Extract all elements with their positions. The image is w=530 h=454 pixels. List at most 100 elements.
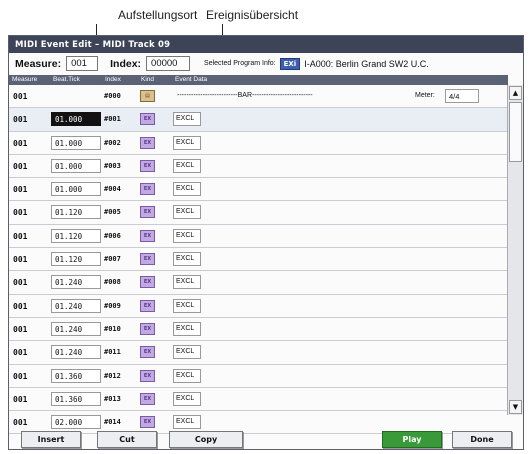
measure-cell: 001 <box>13 394 28 404</box>
table-row[interactable]: 001 01.240 #008 EX EXCL <box>9 271 508 295</box>
measure-cell: 001 <box>13 92 28 101</box>
beat-tick-field[interactable]: 01.360 <box>51 368 101 383</box>
event-data-field[interactable]: EXCL <box>173 298 201 313</box>
table-row[interactable]: 001 01.120 #005 EX EXCL <box>9 201 508 225</box>
exclusive-kind-icon: EX <box>140 369 155 382</box>
event-data-field[interactable]: EXCL <box>173 112 201 127</box>
table-row[interactable]: 001 01.240 #011 EX EXCL <box>9 341 508 365</box>
event-data-field[interactable]: EXCL <box>173 252 201 267</box>
index-cell: #001 <box>104 115 121 124</box>
table-row[interactable]: 001 01.360 #012 EX EXCL <box>9 364 508 388</box>
exclusive-kind-icon: EX <box>140 206 155 219</box>
beat-tick-field[interactable]: 01.000 <box>51 158 101 173</box>
beat-tick-field[interactable]: 01.120 <box>51 228 101 243</box>
play-button[interactable]: Play <box>382 431 442 448</box>
done-button[interactable]: Done <box>452 431 512 448</box>
bar-marker: --------------------------BAR-----------… <box>177 92 313 99</box>
exclusive-kind-icon: EX <box>140 183 155 196</box>
index-cell: #008 <box>104 278 121 287</box>
exclusive-kind-icon: EX <box>140 416 155 429</box>
dialog-title: MIDI Event Edit – MIDI Track 09 <box>9 36 523 53</box>
event-data-field[interactable]: EXCL <box>173 228 201 243</box>
scroll-thumb[interactable] <box>509 102 522 162</box>
index-field[interactable]: 00000 <box>146 56 191 71</box>
exclusive-kind-icon: EX <box>140 299 155 312</box>
table-row[interactable]: 001 01.240 #010 EX EXCL <box>9 317 508 342</box>
measure-cell: 001 <box>13 324 28 334</box>
exclusive-kind-icon: EX <box>140 229 155 242</box>
measure-cell: 001 <box>13 371 28 381</box>
measure-cell: 001 <box>13 231 28 241</box>
exclusive-kind-icon: EX <box>140 159 155 172</box>
event-data-field[interactable]: EXCL <box>173 158 201 173</box>
midi-event-edit-dialog: MIDI Event Edit – MIDI Track 09 Measure:… <box>8 35 524 450</box>
program-name: I-A000: Berlin Grand SW2 U.C. <box>304 58 429 69</box>
measure-cell: 001 <box>13 185 28 195</box>
beat-tick-field[interactable]: 01.000 <box>51 182 101 197</box>
exclusive-kind-icon: EX <box>140 322 155 335</box>
vertical-scrollbar[interactable]: ▲ ▼ <box>507 85 523 415</box>
table-row[interactable]: 001 01.120 #006 EX EXCL <box>9 224 508 249</box>
beat-tick-field[interactable]: 01.360 <box>51 391 101 406</box>
index-cell: #012 <box>104 371 121 380</box>
table-row[interactable]: 001 01.000 #004 EX EXCL <box>9 178 508 202</box>
beat-tick-field[interactable]: 01.240 <box>51 321 101 336</box>
event-data-field[interactable]: EXCL <box>173 345 201 360</box>
program-info-label: Selected Program Info: <box>204 60 276 67</box>
table-row[interactable]: 001 01.000 #003 EX EXCL <box>9 154 508 179</box>
info-bar: Measure: 001 Index: 00000 Selected Progr… <box>9 53 523 74</box>
index-cell: #004 <box>104 185 121 194</box>
table-row[interactable]: 001 01.120 #007 EX EXCL <box>9 248 508 272</box>
index-cell: #009 <box>104 301 121 310</box>
event-data-field[interactable]: EXCL <box>173 321 201 336</box>
index-cell: #014 <box>104 418 121 427</box>
event-data-field[interactable]: EXCL <box>173 415 201 430</box>
event-data-field[interactable]: EXCL <box>173 391 201 406</box>
cut-button[interactable]: Cut <box>97 431 157 448</box>
down-arrow-icon[interactable]: ▼ <box>509 400 522 414</box>
col-event-data: Event Data <box>175 76 208 83</box>
index-cell: #002 <box>104 138 121 147</box>
beat-tick-field[interactable]: 01.000 <box>51 112 101 127</box>
exclusive-kind-icon: EX <box>140 276 155 289</box>
exclusive-kind-icon: EX <box>140 346 155 359</box>
beat-tick-field[interactable]: 01.240 <box>51 298 101 313</box>
up-arrow-icon[interactable]: ▲ <box>509 86 522 100</box>
event-data-field[interactable]: EXCL <box>173 275 201 290</box>
meter-field[interactable]: 4/4 <box>445 89 479 103</box>
measure-field[interactable]: 001 <box>66 56 99 71</box>
beat-tick-field[interactable]: 01.000 <box>51 135 101 150</box>
beat-tick-field[interactable]: 01.120 <box>51 205 101 220</box>
measure-label: Measure: <box>15 57 62 70</box>
index-cell: #011 <box>104 348 121 357</box>
measure-cell: 001 <box>13 255 28 265</box>
event-data-field[interactable]: EXCL <box>173 205 201 220</box>
program-badge: EXi <box>279 57 301 70</box>
table-row[interactable]: 001 01.240 #009 EX EXCL <box>9 294 508 318</box>
beat-tick-field[interactable]: 01.120 <box>51 252 101 267</box>
event-data-field[interactable]: EXCL <box>173 182 201 197</box>
exclusive-kind-icon: EX <box>140 253 155 266</box>
event-data-field[interactable]: EXCL <box>173 368 201 383</box>
callout-location: Aufstellungsort <box>118 8 198 22</box>
measure-cell: 001 <box>13 115 28 125</box>
copy-button[interactable]: Copy <box>169 431 243 448</box>
index-cell: #013 <box>104 394 121 403</box>
table-row[interactable]: 001 01.000 #001 EX EXCL <box>9 108 508 132</box>
measure-cell: 001 <box>13 301 28 311</box>
table-row[interactable]: 001 01.000 #002 EX EXCL <box>9 131 508 155</box>
measure-cell: 001 <box>13 161 28 171</box>
table-header: Measure Beat.Tick Index Kind Event Data <box>9 75 508 85</box>
table-row[interactable]: 001 01.360 #013 EX EXCL <box>9 387 508 412</box>
event-data-field[interactable]: EXCL <box>173 135 201 150</box>
beat-tick-field[interactable]: 01.240 <box>51 345 101 360</box>
beat-tick-field[interactable]: 02.000 <box>51 415 101 430</box>
col-index: Index <box>105 76 121 83</box>
col-measure: Measure <box>12 76 38 83</box>
index-label: Index: <box>110 57 142 70</box>
insert-button[interactable]: Insert <box>21 431 81 448</box>
beat-tick-field[interactable]: 01.240 <box>51 275 101 290</box>
bar-kind-icon: ▤ <box>140 90 155 102</box>
col-kind: Kind <box>141 76 155 83</box>
table-row-bar[interactable]: 001 #000 ▤ --------------------------BAR… <box>9 85 508 109</box>
